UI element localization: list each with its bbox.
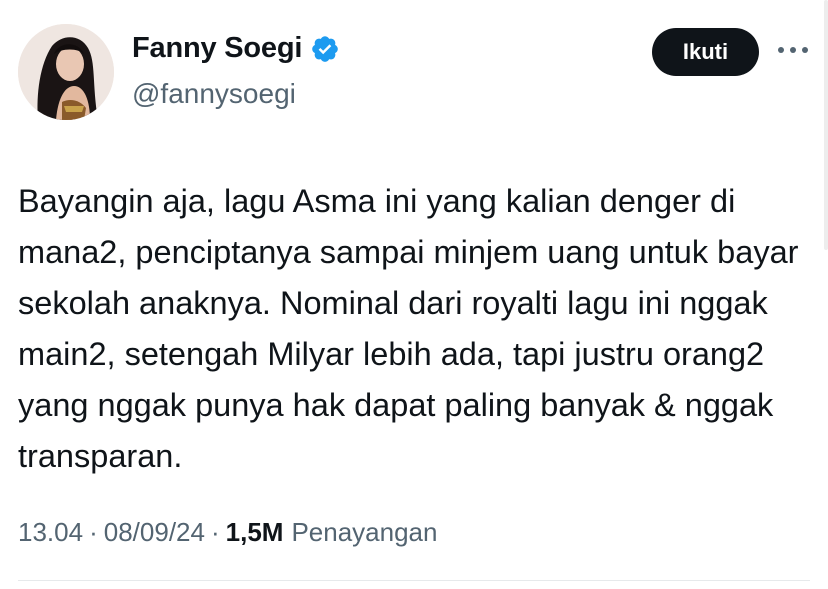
divider xyxy=(18,580,810,581)
views-label: Penayangan xyxy=(291,517,438,547)
views-count[interactable]: 1,5M xyxy=(226,517,284,548)
tweet-date[interactable]: 08/09/24 xyxy=(104,517,205,548)
avatar-image xyxy=(18,24,114,120)
more-dot xyxy=(790,47,796,53)
author-name-row[interactable]: Fanny Soegi xyxy=(132,32,340,65)
meta-separator: · xyxy=(89,517,98,547)
tweet-meta: 13.04 · 08/09/24 · 1,5M Penayangan xyxy=(18,517,437,548)
more-dot xyxy=(802,47,808,53)
avatar[interactable] xyxy=(18,24,114,120)
author-name[interactable]: Fanny Soegi xyxy=(132,32,302,65)
verified-badge-icon xyxy=(312,35,339,62)
tweet-text: Bayangin aja, lagu Asma ini yang kalian … xyxy=(18,183,799,474)
more-horizontal-icon[interactable] xyxy=(778,40,808,60)
scrollbar[interactable] xyxy=(824,0,828,250)
meta-separator: · xyxy=(210,517,220,547)
tweet-time[interactable]: 13.04 xyxy=(18,517,83,548)
follow-button[interactable]: Ikuti xyxy=(652,28,759,76)
more-dot xyxy=(778,47,784,53)
author-handle[interactable]: @fannysoegi xyxy=(132,78,296,110)
